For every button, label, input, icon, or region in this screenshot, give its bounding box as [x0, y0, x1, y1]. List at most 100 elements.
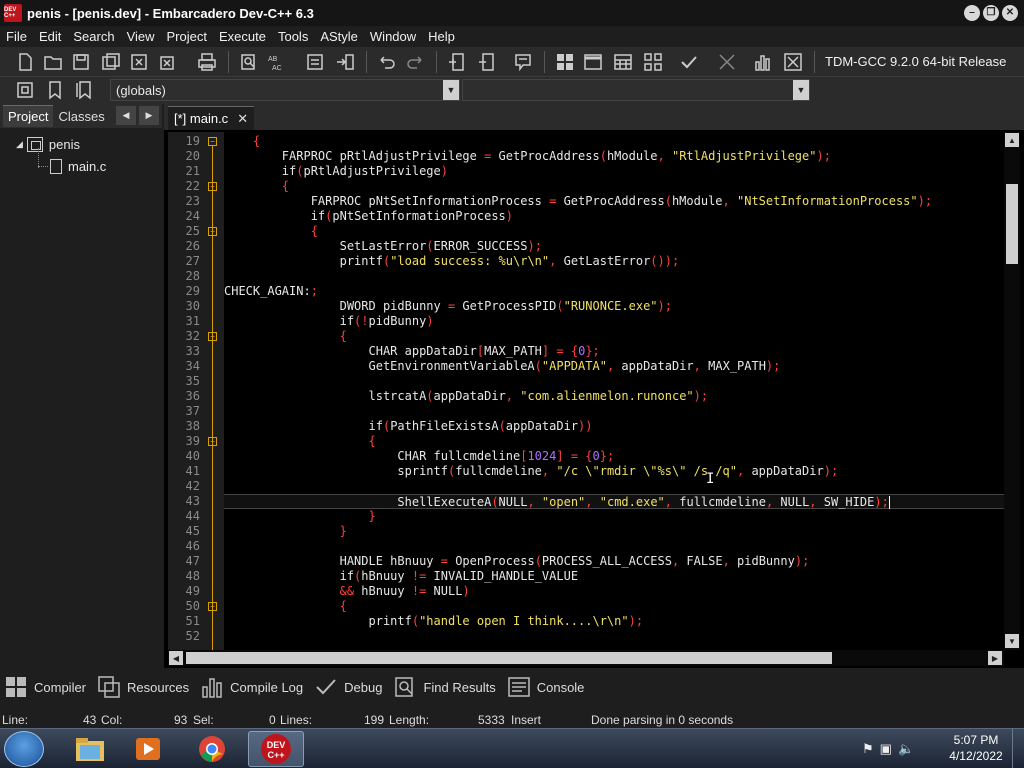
tab-compiler[interactable]: Compiler	[0, 675, 93, 699]
replace-icon[interactable]: AB AC	[266, 51, 288, 73]
scroll-left-icon[interactable]: ◀	[169, 651, 183, 665]
menu-window[interactable]: Window	[364, 29, 422, 44]
code-line[interactable]: HANDLE hBnuuy = OpenProcess(PROCESS_ALL_…	[224, 554, 810, 569]
tab-project[interactable]: Project	[3, 105, 54, 127]
menu-edit[interactable]: Edit	[33, 29, 67, 44]
chevron-down-icon[interactable]: ▼	[443, 80, 459, 100]
tree-item-file[interactable]: main.c	[50, 156, 106, 176]
tab-console[interactable]: Console	[503, 675, 592, 699]
menu-project[interactable]: Project	[161, 29, 213, 44]
code-line[interactable]: CHECK_AGAIN:;	[224, 284, 318, 299]
code-line[interactable]: {	[224, 434, 376, 449]
code-line[interactable]: {	[224, 329, 347, 344]
menu-search[interactable]: Search	[67, 29, 120, 44]
code-line[interactable]: lstrcatA(appDataDir, "com.alienmelon.run…	[224, 389, 708, 404]
redo-icon[interactable]	[404, 51, 426, 73]
devcpp-taskbar-icon[interactable]: DEV C++	[248, 731, 304, 767]
code-line[interactable]: if(pRtlAdjustPrivilege)	[224, 164, 448, 179]
menu-tools[interactable]: Tools	[272, 29, 314, 44]
close-all-icon[interactable]	[158, 51, 180, 73]
horizontal-scroll-thumb[interactable]	[186, 652, 832, 664]
restore-button[interactable]: ❐	[983, 5, 999, 21]
code-line[interactable]: {	[224, 134, 260, 149]
chevron-left-icon[interactable]: ◀	[116, 106, 136, 125]
class-grid-icon[interactable]	[642, 51, 664, 73]
undo-icon[interactable]	[376, 51, 398, 73]
save-icon[interactable]	[70, 51, 92, 73]
scroll-up-icon[interactable]: ▲	[1005, 133, 1019, 147]
horizontal-scrollbar[interactable]: ◀ ▶	[168, 650, 1004, 666]
window-icon[interactable]	[582, 51, 604, 73]
layout-grid-icon[interactable]	[554, 51, 576, 73]
chevron-down-icon[interactable]: ▼	[793, 80, 809, 100]
chart-icon[interactable]	[752, 51, 774, 73]
code-line[interactable]: }	[224, 524, 347, 539]
code-line[interactable]: {	[224, 224, 318, 239]
check-icon[interactable]	[678, 51, 700, 73]
code-line[interactable]: FARPROC pNtSetInformationProcess = GetPr…	[224, 194, 932, 209]
print-icon[interactable]	[196, 51, 218, 73]
chrome-taskbar-icon[interactable]	[184, 731, 240, 767]
tab-main-c[interactable]: [*] main.c ✕	[168, 106, 255, 130]
tab-find-results[interactable]: Find Results	[389, 675, 502, 699]
code-line[interactable]: {	[224, 599, 347, 614]
code-line[interactable]: printf("handle open I think....\r\n");	[224, 614, 643, 629]
code-line[interactable]: CHAR appDataDir[MAX_PATH] = {0};	[224, 344, 599, 359]
menu-astyle[interactable]: AStyle	[314, 29, 364, 44]
goto-line-icon[interactable]	[334, 51, 356, 73]
tab-debug[interactable]: Debug	[310, 675, 389, 699]
bookmark-icon[interactable]	[44, 79, 66, 101]
code-editor[interactable]: { FARPROC pRtlAdjustPrivilege = GetProcA…	[224, 132, 1004, 650]
save-all-icon[interactable]	[100, 51, 122, 73]
show-desktop-button[interactable]	[1012, 729, 1024, 768]
scope-combo[interactable]: (globals) ▼	[110, 79, 460, 101]
open-folder-icon[interactable]	[42, 51, 64, 73]
code-line[interactable]: if(PathFileExistsA(appDataDir))	[224, 419, 592, 434]
goto-bookmark-icon[interactable]	[74, 79, 96, 101]
table-view-icon[interactable]	[612, 51, 634, 73]
code-line[interactable]: sprintf(fullcmdeline, "/c \"rmdir \"%s\"…	[224, 464, 838, 479]
explorer-taskbar-icon[interactable]	[62, 731, 118, 767]
media-player-taskbar-icon[interactable]	[120, 731, 176, 767]
code-line[interactable]: printf("load success: %u\r\n", GetLastEr…	[224, 254, 680, 269]
scroll-right-icon[interactable]: ▶	[988, 651, 1002, 665]
vertical-scroll-thumb[interactable]	[1006, 184, 1018, 264]
code-line[interactable]: CHAR fullcmdeline[1024] = {0};	[224, 449, 614, 464]
tree-item-project[interactable]: ◢ penis	[16, 134, 80, 154]
close-button[interactable]: ✕	[1002, 5, 1018, 21]
remove-from-project-icon[interactable]	[476, 51, 498, 73]
close-tab-icon[interactable]: ✕	[237, 111, 248, 127]
close-file-icon[interactable]	[128, 51, 150, 73]
menu-view[interactable]: View	[121, 29, 161, 44]
stop-icon[interactable]	[782, 51, 804, 73]
network-icon[interactable]: ▣	[880, 741, 892, 757]
new-file-icon[interactable]	[14, 51, 36, 73]
code-line[interactable]: SetLastError(ERROR_SUCCESS);	[224, 239, 542, 254]
new-project-icon[interactable]	[446, 51, 468, 73]
tab-compile-log[interactable]: Compile Log	[196, 675, 310, 699]
code-line[interactable]: ShellExecuteA(NULL, "open", "cmd.exe", f…	[224, 494, 1004, 509]
start-button[interactable]	[4, 731, 44, 767]
tab-resources[interactable]: Resources	[93, 675, 196, 699]
code-line[interactable]: if(!pidBunny)	[224, 314, 434, 329]
cancel-icon[interactable]	[716, 51, 738, 73]
volume-icon[interactable]: 🔈	[898, 741, 914, 757]
compiler-selector[interactable]: TDM-GCC 9.2.0 64-bit Release	[825, 54, 1006, 69]
tab-classes[interactable]: Classes	[53, 105, 109, 127]
find-next-icon[interactable]	[304, 51, 326, 73]
code-line[interactable]: DWORD pidBunny = GetProcessPID("RUNONCE.…	[224, 299, 672, 314]
code-line[interactable]: }	[224, 509, 376, 524]
menu-file[interactable]: File	[0, 29, 33, 44]
fold-toggle-icon[interactable]: −	[208, 137, 217, 146]
minimize-button[interactable]: –	[964, 5, 980, 21]
menu-help[interactable]: Help	[422, 29, 461, 44]
taskbar-clock[interactable]: 5:07 PM 4/12/2022	[945, 732, 1007, 764]
menu-execute[interactable]: Execute	[213, 29, 272, 44]
scroll-down-icon[interactable]: ▼	[1005, 634, 1019, 648]
code-line[interactable]: FARPROC pRtlAdjustPrivilege = GetProcAdd…	[224, 149, 831, 164]
project-options-icon[interactable]	[512, 51, 534, 73]
code-line[interactable]: if(hBnuuy != INVALID_HANDLE_VALUE	[224, 569, 578, 584]
function-combo[interactable]: ▼	[462, 79, 810, 101]
code-line[interactable]: GetEnvironmentVariableA("APPDATA", appDa…	[224, 359, 780, 374]
find-icon[interactable]	[238, 51, 260, 73]
